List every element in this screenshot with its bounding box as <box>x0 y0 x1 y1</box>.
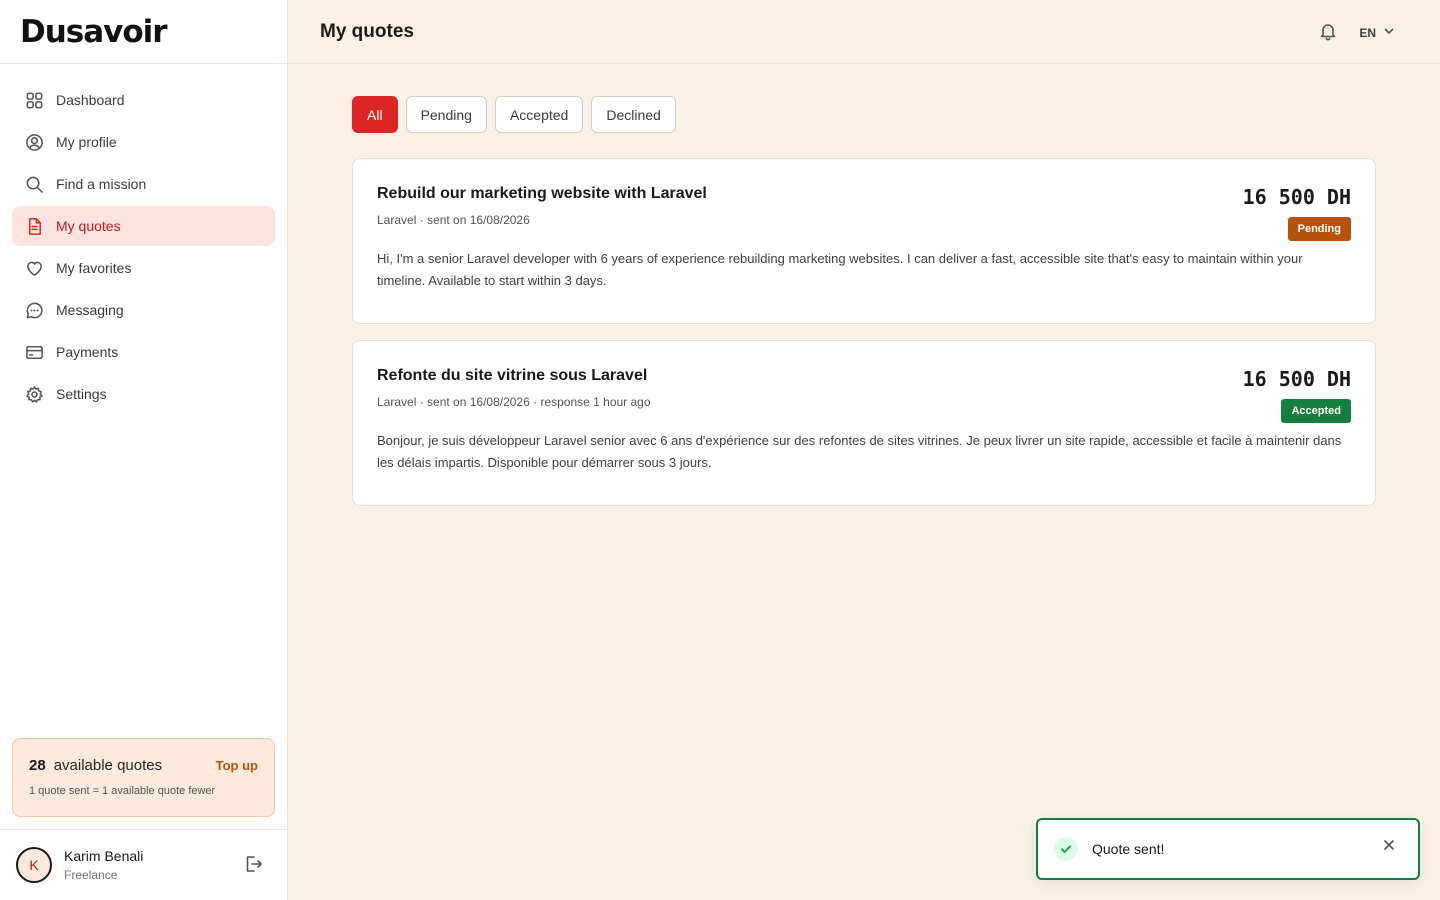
credit-card-icon <box>24 342 44 362</box>
language-selector[interactable]: EN <box>1359 24 1396 41</box>
sidebar-item-my-profile[interactable]: My profile <box>12 122 275 162</box>
quota-card: 28 available quotes Top up 1 quote sent =… <box>12 738 275 817</box>
logout-button[interactable] <box>243 854 265 876</box>
sidebar-item-my-quotes[interactable]: My quotes <box>12 206 275 246</box>
filter-declined[interactable]: Declined <box>591 96 676 133</box>
document-icon <box>24 216 44 236</box>
top-up-link[interactable]: Top up <box>216 758 258 773</box>
sidebar-item-label: Payments <box>56 344 119 360</box>
sidebar-item-label: Messaging <box>56 302 124 318</box>
sidebar-nav: Dashboard My profile Find a mission My q… <box>0 64 287 414</box>
success-toast: Quote sent! <box>1036 818 1420 880</box>
toast-close-button[interactable] <box>1382 838 1400 856</box>
quote-meta: Laravel · sent on 16/08/2026 <box>377 213 530 227</box>
status-filters: All Pending Accepted Declined <box>352 96 684 133</box>
bell-icon <box>1318 24 1338 45</box>
quote-meta: Laravel · sent on 16/08/2026 · response … <box>377 395 651 409</box>
chat-icon <box>24 300 44 320</box>
filter-all[interactable]: All <box>352 96 398 133</box>
user-circle-icon <box>24 132 44 152</box>
user-role: Freelance <box>64 868 118 882</box>
filter-pending[interactable]: Pending <box>405 96 487 133</box>
quota-note: 1 quote sent = 1 available quote fewer <box>29 785 216 797</box>
gear-icon <box>24 384 44 404</box>
sidebar-item-dashboard[interactable]: Dashboard <box>12 80 275 120</box>
top-bar: My quotes EN <box>288 0 1440 64</box>
status-badge: Accepted <box>1281 399 1351 423</box>
quote-price: 16 500 DH <box>1242 367 1351 391</box>
filter-accepted[interactable]: Accepted <box>494 96 584 133</box>
close-icon <box>1382 839 1396 856</box>
language-label: EN <box>1359 25 1376 40</box>
sidebar-item-messaging[interactable]: Messaging <box>12 290 275 330</box>
sidebar-item-find-a-mission[interactable]: Find a mission <box>12 164 275 204</box>
logout-icon <box>243 856 263 878</box>
user-name: Karim Benali <box>64 848 144 864</box>
sidebar-item-settings[interactable]: Settings <box>12 374 275 414</box>
sidebar-item-label: My favorites <box>56 260 132 276</box>
grid-icon <box>24 90 44 110</box>
check-circle-icon <box>1054 837 1078 861</box>
chevron-down-icon <box>1376 24 1396 41</box>
user-panel: K Karim Benali Freelance <box>0 829 287 900</box>
quote-message: Hi, I'm a senior Laravel developer with … <box>377 251 1303 288</box>
avatar[interactable]: K <box>16 847 52 883</box>
sidebar-item-my-favorites[interactable]: My favorites <box>12 248 275 288</box>
quote-price: 16 500 DH <box>1242 185 1351 209</box>
brand-logo[interactable]: Dusavoir <box>20 14 168 50</box>
search-icon <box>24 174 44 194</box>
quote-title[interactable]: Rebuild our marketing website with Larav… <box>377 185 1351 203</box>
toast-message: Quote sent! <box>1092 841 1165 857</box>
quote-card[interactable]: Rebuild our marketing website with Larav… <box>352 158 1376 324</box>
sidebar-item-label: My profile <box>56 134 117 150</box>
heart-icon <box>24 258 44 278</box>
quota-count: 28 <box>29 757 46 774</box>
sidebar-item-label: Dashboard <box>56 92 125 108</box>
sidebar-item-payments[interactable]: Payments <box>12 332 275 372</box>
quote-title[interactable]: Refonte du site vitrine sous Laravel <box>377 367 1351 385</box>
logo-area: Dusavoir <box>0 0 287 64</box>
page-title: My quotes <box>320 20 414 42</box>
status-badge: Pending <box>1287 217 1351 241</box>
quota-label: available quotes <box>53 757 163 774</box>
notifications-button[interactable] <box>1318 21 1340 43</box>
sidebar-item-label: Settings <box>56 386 107 402</box>
quote-card[interactable]: Refonte du site vitrine sous Laravel Lar… <box>352 340 1376 506</box>
sidebar: Dusavoir Dashboard My profile Find a mis… <box>0 0 288 900</box>
quote-message: Bonjour, je suis développeur Laravel sen… <box>377 433 1342 470</box>
sidebar-item-label: Find a mission <box>56 176 147 192</box>
sidebar-item-label: My quotes <box>56 218 121 234</box>
